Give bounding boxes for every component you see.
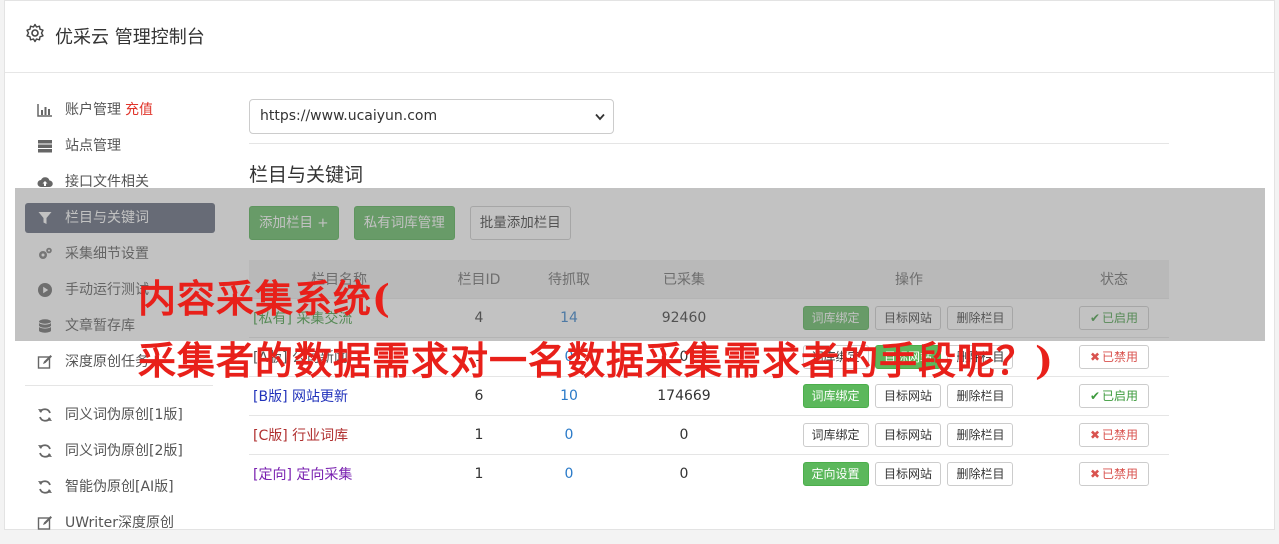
section-title: 栏目与关键词	[249, 164, 364, 186]
delete-column-button[interactable]: 删除栏目	[947, 461, 1014, 486]
column-id: 1	[429, 414, 529, 454]
status-label: 已禁用	[1102, 466, 1139, 481]
bar-chart-icon	[37, 104, 52, 117]
status-toggle-button[interactable]: ✖ 已禁用	[1078, 422, 1150, 447]
delete-column-button[interactable]: 删除栏目	[947, 422, 1014, 447]
edit-icon	[37, 516, 52, 530]
target-site-button[interactable]: 目标网站	[874, 461, 941, 486]
table-row: [C版] 行业词库 1 0 0 词库绑定 目标网站 删除栏目 ✖ 已禁用	[249, 414, 1169, 454]
column-ops: 定向设置 目标网站 删除栏目	[759, 453, 1059, 493]
column-status: ✔ 已启用	[1059, 375, 1169, 415]
column-status: ✖ 已禁用	[1059, 336, 1169, 376]
sidebar-item-sites[interactable]: 站点管理	[25, 131, 215, 161]
sidebar-item-label: 同义词伪原创[2版]	[65, 443, 183, 459]
column-status: ✖ 已禁用	[1059, 414, 1169, 454]
divider	[249, 143, 1169, 144]
top-bar: 优采云 管理控制台	[5, 1, 1274, 73]
refresh-icon	[38, 444, 52, 458]
column-status: ✖ 已禁用	[1059, 453, 1169, 493]
server-icon	[38, 140, 52, 153]
sidebar-item-label: 站点管理	[65, 138, 121, 154]
sidebar-item-ai-rewrite[interactable]: 智能伪原创[AI版]	[25, 472, 215, 502]
sidebar-item-label: UWriter深度原创	[65, 515, 174, 531]
sidebar-item-label: 同义词伪原创[1版]	[65, 407, 183, 423]
sidebar-item-label: 账户管理	[65, 102, 121, 118]
lexicon-bind-button[interactable]: 词库绑定	[802, 383, 869, 408]
delete-column-button[interactable]: 删除栏目	[947, 383, 1014, 408]
status-toggle-button[interactable]: ✖ 已禁用	[1078, 344, 1150, 369]
close-icon: ✖	[1089, 349, 1101, 364]
overlay-caption-line2: 采集者的数据需求对一名数据采集需求者的手段呢？)	[138, 338, 1054, 383]
column-pending[interactable]: 0	[529, 453, 609, 493]
refresh-icon	[38, 480, 52, 494]
close-icon: ✖	[1089, 427, 1101, 442]
column-ops: 词库绑定 目标网站 删除栏目	[759, 414, 1059, 454]
sidebar-item-label: 智能伪原创[AI版]	[65, 479, 174, 495]
gear-icon	[26, 23, 44, 43]
status-label: 已禁用	[1102, 349, 1139, 364]
target-site-button[interactable]: 目标网站	[874, 422, 941, 447]
sidebar-item-synonym-v2[interactable]: 同义词伪原创[2版]	[25, 436, 215, 466]
sidebar-divider	[25, 385, 213, 386]
status-label: 已禁用	[1102, 427, 1139, 442]
page-title: 优采云 管理控制台	[55, 27, 205, 48]
sidebar-item-synonym-v1[interactable]: 同义词伪原创[1版]	[25, 400, 215, 430]
refresh-icon	[38, 408, 52, 422]
close-icon: ✖	[1089, 466, 1101, 481]
sidebar-item-account[interactable]: 账户管理 充值	[25, 95, 215, 125]
chevron-down-icon	[595, 113, 605, 121]
site-select-value: https://www.ucaiyun.com	[260, 108, 438, 124]
column-pending[interactable]: 0	[529, 414, 609, 454]
directed-settings-button[interactable]: 定向设置	[802, 461, 869, 486]
site-select[interactable]: https://www.ucaiyun.com	[249, 99, 614, 134]
status-label: 已启用	[1102, 388, 1139, 403]
column-name[interactable]: [C版] 行业词库	[249, 414, 429, 454]
recharge-link[interactable]: 充值	[125, 102, 153, 118]
sidebar-item-uwriter[interactable]: UWriter深度原创	[25, 508, 215, 538]
column-collected: 0	[609, 453, 759, 493]
status-toggle-button[interactable]: ✔ 已启用	[1078, 383, 1150, 408]
column-id: 1	[429, 453, 529, 493]
column-name[interactable]: [定向] 定向采集	[249, 453, 429, 493]
target-site-button[interactable]: 目标网站	[874, 383, 941, 408]
column-collected: 0	[609, 414, 759, 454]
sidebar-item-label: 深度原创任务	[65, 354, 149, 370]
edit-icon	[37, 355, 52, 369]
check-icon: ✔	[1089, 388, 1101, 403]
table-row: [定向] 定向采集 1 0 0 定向设置 目标网站 删除栏目 ✖ 已禁用	[249, 453, 1169, 493]
overlay-caption-line1: 内容采集系统(	[138, 276, 391, 321]
status-toggle-button[interactable]: ✖ 已禁用	[1078, 461, 1150, 486]
lexicon-bind-button[interactable]: 词库绑定	[802, 422, 869, 447]
